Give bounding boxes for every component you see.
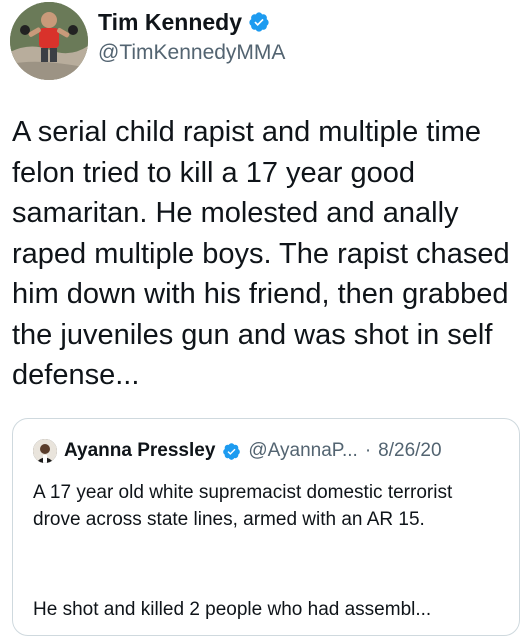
quoted-author-display-name[interactable]: Ayanna Pressley	[64, 440, 215, 462]
author-name-row[interactable]: Tim Kennedy	[98, 8, 270, 36]
profile-photo-icon	[10, 2, 88, 80]
verified-badge-icon	[249, 12, 269, 32]
quoted-tweet-header: Ayanna Pressley @AyannaP... · 8/26/20	[33, 439, 442, 463]
quoted-tweet-card[interactable]: Ayanna Pressley @AyannaP... · 8/26/20 A …	[12, 418, 520, 636]
author-avatar[interactable]	[10, 2, 88, 80]
quoted-tweet-text: A 17 year old white supremacist domestic…	[33, 482, 453, 530]
quoted-author-handle[interactable]: @AyannaP...	[248, 440, 357, 462]
author-handle[interactable]: @TimKennedyMMA	[98, 40, 285, 66]
header-separator: ·	[364, 440, 372, 461]
profile-photo-icon	[33, 439, 57, 463]
verified-badge-icon	[223, 442, 241, 460]
quoted-tweet-text-continued: He shot and killed 2 people who had asse…	[33, 599, 432, 620]
quoted-author-avatar[interactable]	[33, 439, 57, 463]
tweet-text: A serial child rapist and multiple time …	[12, 116, 510, 391]
author-display-name[interactable]: Tim Kennedy	[98, 8, 242, 36]
tweet[interactable]: Tim Kennedy @TimKennedyMMA A serial chil…	[0, 0, 528, 640]
quoted-tweet-date[interactable]: 8/26/20	[378, 440, 441, 462]
